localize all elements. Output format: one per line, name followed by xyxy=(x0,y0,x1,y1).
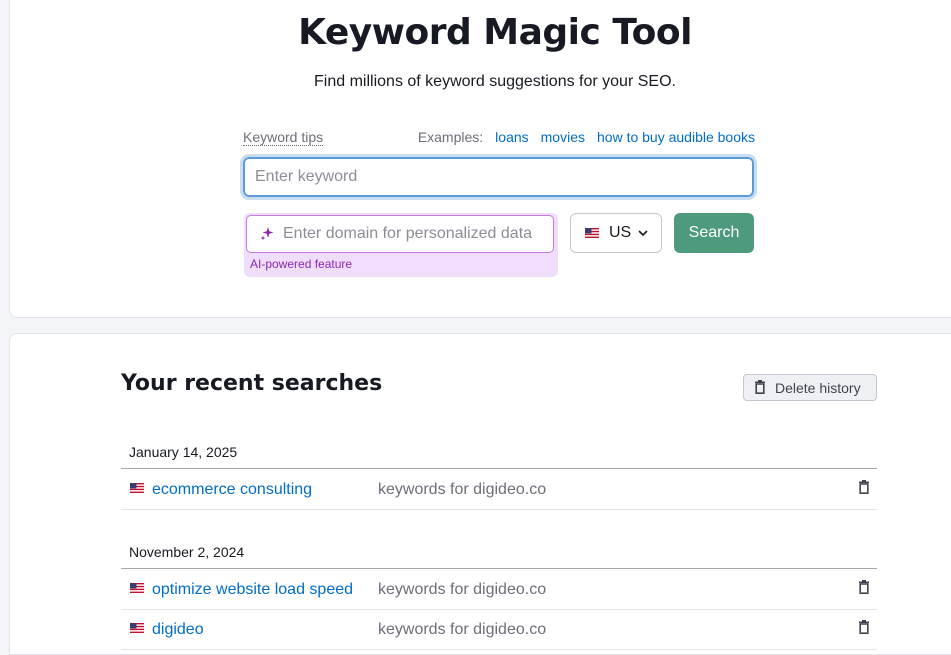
history-description: keywords for digideo.co xyxy=(378,621,547,638)
ai-feature-label: AI-powered feature xyxy=(250,257,353,271)
example-link-loans[interactable]: loans xyxy=(495,129,528,145)
keyword-tips-link[interactable]: Keyword tips xyxy=(243,129,324,146)
tips-row: Keyword tips Examples: loans movies how … xyxy=(243,129,755,147)
trash-icon[interactable] xyxy=(858,480,870,494)
us-flag-icon xyxy=(585,228,599,238)
history-row: ecommerce consulting keywords for digide… xyxy=(121,468,877,510)
country-code: US xyxy=(609,224,632,241)
us-flag-icon xyxy=(130,483,144,493)
delete-history-button[interactable]: Delete history xyxy=(743,374,877,401)
history-description: keywords for digideo.co xyxy=(378,481,547,498)
history-keyword-link[interactable]: ecommerce consulting xyxy=(152,481,312,499)
recent-searches-title: Your recent searches xyxy=(121,371,383,396)
examples-label: Examples: xyxy=(417,129,484,145)
keyword-input[interactable] xyxy=(240,154,757,200)
search-button[interactable]: Search xyxy=(674,213,754,253)
country-select[interactable]: US xyxy=(570,213,662,253)
domain-field[interactable] xyxy=(246,215,554,253)
example-link-movies[interactable]: movies xyxy=(541,129,585,145)
domain-input[interactable] xyxy=(283,216,547,252)
example-link-audible[interactable]: how to buy audible books xyxy=(597,129,755,145)
page-title: Keyword Magic Tool xyxy=(298,12,692,53)
trash-icon[interactable] xyxy=(858,580,870,594)
history-description: keywords for digideo.co xyxy=(378,581,547,598)
page-subtitle: Find millions of keyword suggestions for… xyxy=(314,73,676,90)
us-flag-icon xyxy=(130,623,144,633)
history-row: optimize website load speed keywords for… xyxy=(121,568,877,610)
sparkle-icon xyxy=(260,227,274,241)
history-keyword-link[interactable]: digideo xyxy=(152,621,204,639)
group-date: November 2, 2024 xyxy=(129,544,245,560)
us-flag-icon xyxy=(130,583,144,593)
group-date: January 14, 2025 xyxy=(129,444,238,460)
trash-icon[interactable] xyxy=(858,620,870,634)
ai-domain-wrapper: AI-powered feature xyxy=(244,213,558,277)
delete-history-label: Delete history xyxy=(775,380,861,396)
trash-icon xyxy=(755,380,765,394)
chevron-down-icon xyxy=(638,230,648,237)
examples: Examples: loans movies how to buy audibl… xyxy=(418,129,755,145)
history-keyword-link[interactable]: optimize website load speed xyxy=(152,581,353,599)
